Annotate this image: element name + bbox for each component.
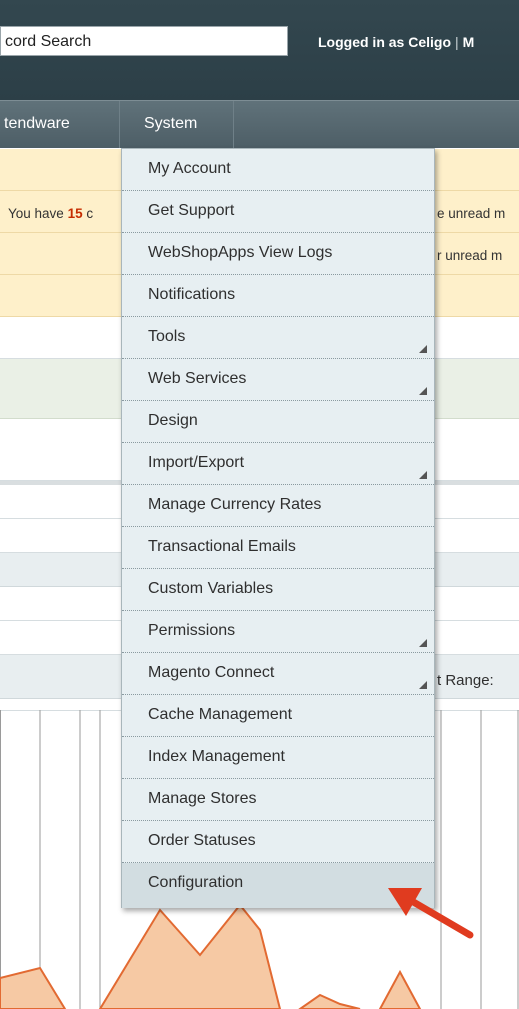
chart-area [298, 993, 361, 1009]
header-separator: | [455, 34, 459, 50]
chart-area [378, 969, 422, 1009]
nav-item-system[interactable]: System [122, 101, 234, 148]
menu-item-permissions[interactable]: Permissions [122, 611, 434, 653]
menu-item-order-statuses[interactable]: Order Statuses [122, 821, 434, 863]
global-record-search-input[interactable]: cord Search [0, 26, 288, 56]
notice-message-right: r unread m [437, 248, 503, 263]
submenu-corner-icon [419, 471, 427, 479]
menu-item-transactional-emails[interactable]: Transactional Emails [122, 527, 434, 569]
menu-item-cache-management[interactable]: Cache Management [122, 695, 434, 737]
admin-header: cord Search Logged in as Celigo | M [0, 0, 519, 100]
main-nav: tendware System [0, 100, 519, 148]
nav-item-extendware[interactable]: tendware [0, 101, 120, 148]
menu-item-index-management[interactable]: Index Management [122, 737, 434, 779]
logged-in-text: Logged in as Celigo [318, 34, 452, 50]
submenu-corner-icon [419, 345, 427, 353]
menu-item-magento-connect[interactable]: Magento Connect [122, 653, 434, 695]
chart-area [0, 966, 67, 1009]
menu-item-notifications[interactable]: Notifications [122, 275, 434, 317]
notice-count: 15 [67, 206, 83, 221]
menu-item-my-account[interactable]: My Account [122, 149, 434, 191]
submenu-corner-icon [419, 681, 427, 689]
login-info: Logged in as Celigo | M [318, 34, 474, 50]
menu-item-custom-variables[interactable]: Custom Variables [122, 569, 434, 611]
menu-item-manage-currency-rates[interactable]: Manage Currency Rates [122, 485, 434, 527]
menu-item-get-support[interactable]: Get Support [122, 191, 434, 233]
menu-item-webshopapps-view-logs[interactable]: WebShopApps View Logs [122, 233, 434, 275]
chart-area [98, 903, 282, 1009]
header-link-fragment[interactable]: M [463, 34, 475, 50]
submenu-corner-icon [419, 387, 427, 395]
menu-item-web-services[interactable]: Web Services [122, 359, 434, 401]
menu-item-tools[interactable]: Tools [122, 317, 434, 359]
menu-item-import-export[interactable]: Import/Export [122, 443, 434, 485]
system-dropdown-menu: My Account Get Support WebShopApps View … [121, 148, 435, 908]
submenu-corner-icon [419, 639, 427, 647]
red-arrow-icon [388, 888, 474, 939]
range-label: t Range: [437, 672, 494, 689]
menu-item-manage-stores[interactable]: Manage Stores [122, 779, 434, 821]
notice-message: You have 15 c [8, 206, 94, 221]
notice-message-right: e unread m [437, 206, 506, 221]
menu-item-design[interactable]: Design [122, 401, 434, 443]
